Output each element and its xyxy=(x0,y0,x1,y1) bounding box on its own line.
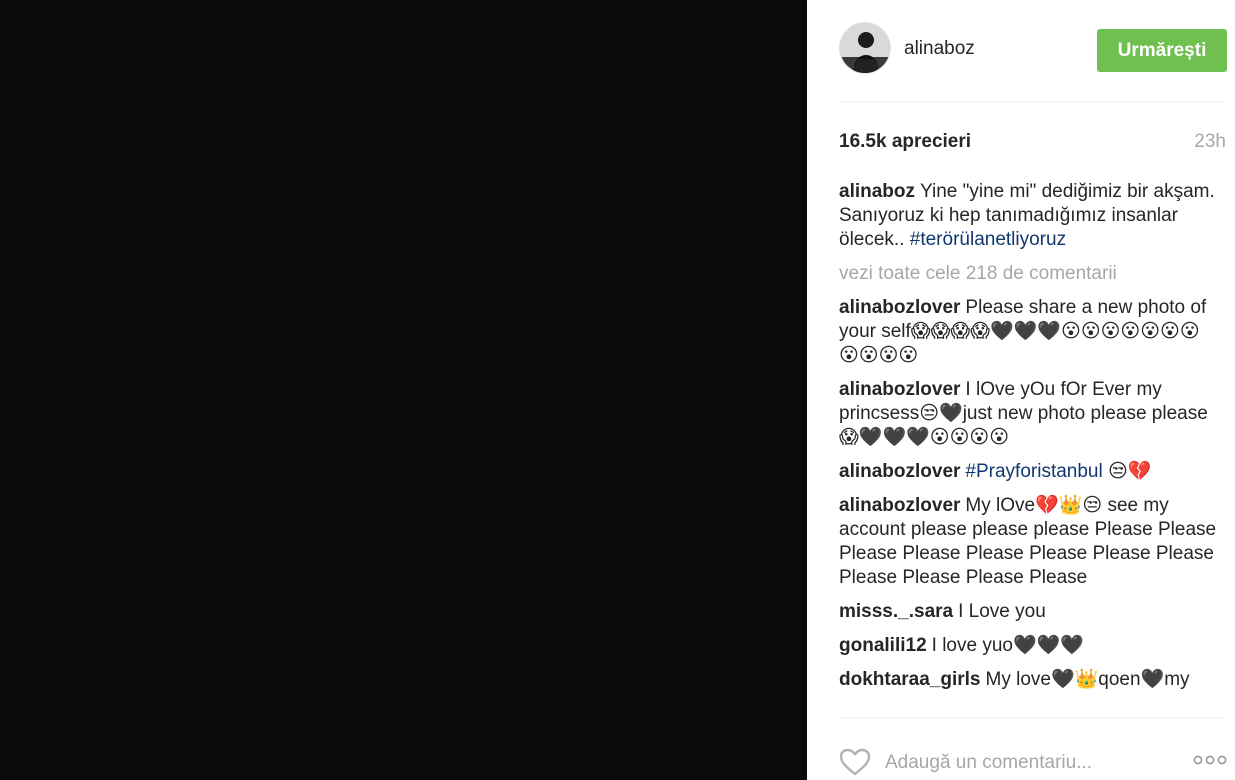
comment-item: alinabozlover My lOve💔👑😒 see my account p… xyxy=(839,494,1219,590)
post-header: alinaboz Urmărești xyxy=(839,22,1227,78)
comments-list[interactable]: alinaboz Yine "yine mi" dediğimiz bir akş… xyxy=(839,180,1219,714)
post-photo[interactable] xyxy=(0,0,807,780)
comment-item: dokhtaraa_girls My love🖤👑qoen🖤my xyxy=(839,668,1219,692)
comment-item: misss._.sara I Love you xyxy=(839,600,1219,624)
comment-text: My love🖤👑qoen🖤my xyxy=(985,669,1190,690)
comment-bar xyxy=(839,745,1227,779)
comment-username[interactable]: alinabozlover xyxy=(839,495,960,516)
comment-text: I Love you xyxy=(958,601,1046,622)
comment-username[interactable]: alinabozlover xyxy=(839,461,960,482)
comment-username[interactable]: gonalili12 xyxy=(839,635,927,656)
likes-count[interactable]: 16.5k aprecieri xyxy=(839,131,971,153)
comment-item: alinabozlover I lOve yOu fOr Ever my prin… xyxy=(839,378,1219,450)
view-all-comments-link[interactable]: vezi toate cele 218 de comentarii xyxy=(839,262,1219,286)
more-options-icon[interactable] xyxy=(1193,753,1227,767)
post-author-username[interactable]: alinaboz xyxy=(904,38,975,60)
caption-hashtag[interactable]: #terörülanetliyoruz xyxy=(910,229,1066,250)
comment-item: gonalili12 I love yuo🖤🖤🖤 xyxy=(839,634,1219,658)
comment-item: alinabozlover #Prayforistanbul 😒💔 xyxy=(839,460,1219,484)
caption-username[interactable]: alinaboz xyxy=(839,181,915,202)
avatar[interactable] xyxy=(839,22,891,74)
comment-username[interactable]: misss._.sara xyxy=(839,601,953,622)
comment-hashtag[interactable]: #Prayforistanbul xyxy=(965,461,1102,482)
comment-text: I love yuo🖤🖤🖤 xyxy=(931,635,1084,656)
comment-item: alinabozlover Please share a new photo of… xyxy=(839,296,1219,368)
caption: alinaboz Yine "yine mi" dediğimiz bir akş… xyxy=(839,180,1219,252)
comment-username[interactable]: dokhtaraa_girls xyxy=(839,669,981,690)
add-comment-input[interactable] xyxy=(885,749,1145,777)
heart-outline-icon[interactable] xyxy=(839,747,871,777)
following-button[interactable]: Urmărești xyxy=(1097,29,1227,72)
comment-username[interactable]: alinabozlover xyxy=(839,379,960,400)
comment-text: 😒💔 xyxy=(1102,461,1152,482)
header-divider xyxy=(839,101,1227,102)
comment-username[interactable]: alinabozlover xyxy=(839,297,960,318)
post-side-panel: alinaboz Urmărești 16.5k aprecieri 23h a… xyxy=(807,0,1235,780)
post-time[interactable]: 23h xyxy=(1194,131,1226,153)
footer-divider xyxy=(839,717,1227,718)
